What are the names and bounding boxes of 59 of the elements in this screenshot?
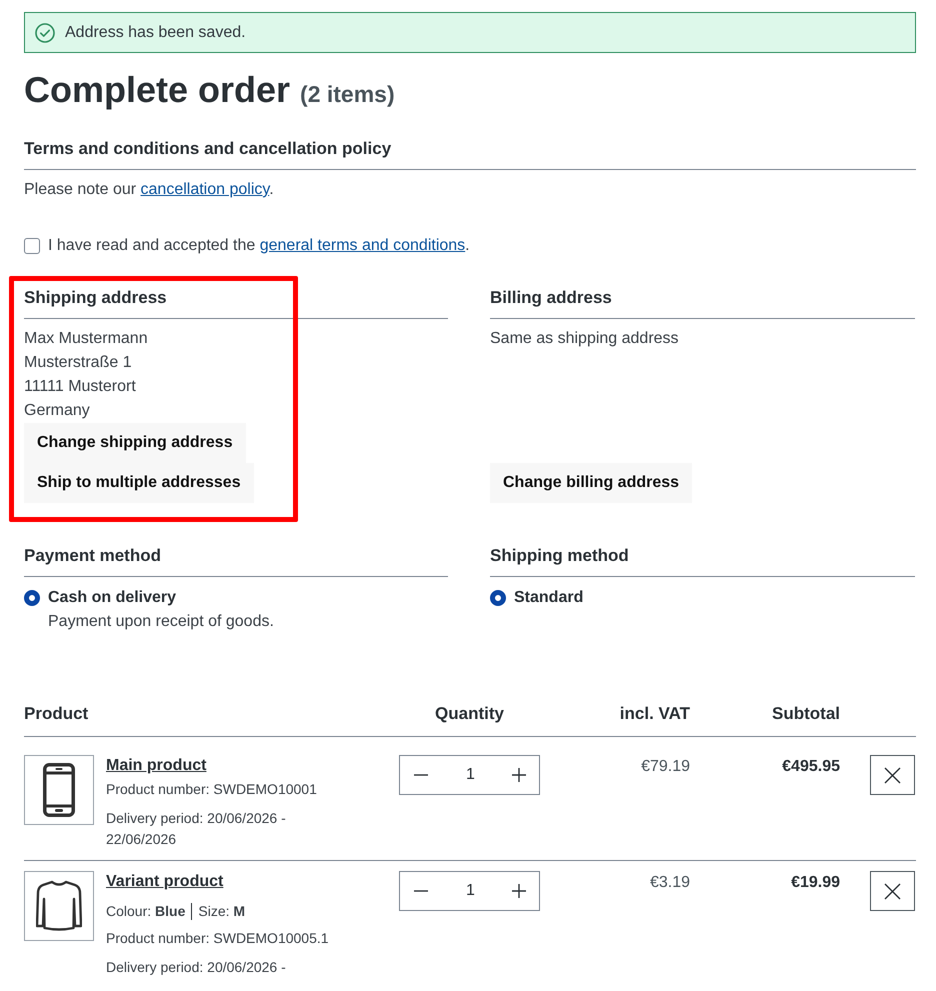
address-button[interactable]: Ship to multiple addresses — [24, 463, 254, 503]
delivery-period: Delivery period: 20/06/2026 - 22/06/2026 — [106, 809, 287, 849]
section-heading: Shipping address — [24, 287, 168, 309]
product-name-link[interactable]: Main product — [106, 755, 206, 777]
product-name-link[interactable]: Variant product — [106, 871, 224, 893]
page-title: Complete order — [24, 68, 290, 112]
address-line: Musterstraße 1 — [24, 353, 133, 373]
variant-option: Size: M — [198, 901, 246, 922]
variant-option: Colour: Blue — [106, 901, 186, 922]
check-circle-icon — [35, 22, 55, 42]
option-label: Standard — [514, 588, 584, 608]
alert-message: Address has been saved. — [65, 22, 246, 42]
sweater-icon — [36, 880, 82, 932]
policy-note: Please note our cancellation policy. — [24, 180, 275, 200]
close-icon — [884, 766, 901, 784]
radio-button[interactable] — [490, 590, 506, 606]
terms-agreement-text: I have read and accepted the general terms and conditions. — [48, 236, 470, 256]
minus-icon — [414, 774, 428, 776]
terms-link[interactable]: general terms and conditions — [260, 237, 466, 254]
column-header: Subtotal — [772, 704, 840, 723]
product-thumbnail[interactable] — [24, 871, 94, 941]
quantity-stepper[interactable]: 1 — [399, 755, 540, 795]
subtotal-price: €19.99 — [791, 874, 840, 891]
section-heading: Payment method — [24, 545, 162, 567]
plus-icon — [512, 768, 526, 782]
option-label: Cash on delivery — [48, 588, 178, 608]
column-header: Quantity — [435, 704, 504, 723]
address-line: Same as shipping address — [490, 329, 680, 349]
subtotal-price: €495.95 — [782, 758, 840, 775]
section-heading: Terms and conditions and cancellation policy — [24, 138, 392, 160]
column-header: incl. VAT — [620, 704, 690, 723]
column-header: Product — [24, 704, 88, 723]
unit-price: €79.19 — [641, 758, 690, 775]
section-heading: Shipping method — [490, 545, 630, 567]
option-description: Payment upon receipt of goods. — [48, 612, 274, 632]
cancellation-policy-link[interactable]: cancellation policy — [140, 181, 270, 198]
quantity-field[interactable]: 1 — [442, 879, 499, 903]
product-number: Product number: SWDEMO10001 — [106, 780, 318, 799]
radio-button[interactable] — [24, 590, 40, 606]
close-icon — [884, 882, 901, 900]
quantity-field[interactable]: 1 — [442, 763, 499, 787]
address-line: Germany — [24, 401, 91, 421]
address-line: 11111 Musterort — [24, 377, 137, 397]
product-thumbnail[interactable] — [24, 755, 94, 825]
address-button[interactable]: Change billing address — [490, 463, 692, 503]
section-heading: Billing address — [490, 287, 613, 309]
remove-button[interactable] — [870, 871, 915, 911]
item-count: (2 items) — [300, 80, 395, 109]
quantity-stepper[interactable]: 1 — [399, 871, 540, 911]
unit-price: €3.19 — [650, 874, 690, 891]
product-number: Product number: SWDEMO10005.1 — [106, 929, 330, 948]
remove-button[interactable] — [870, 755, 915, 795]
minus-icon — [414, 890, 428, 892]
address-line: Max Mustermann — [24, 329, 149, 349]
address-button[interactable]: Change shipping address — [24, 423, 246, 463]
plus-icon — [512, 884, 526, 898]
checkbox[interactable] — [24, 238, 40, 254]
delivery-period: Delivery period: 20/06/2026 - — [106, 958, 287, 977]
smartphone-icon — [43, 763, 75, 817]
